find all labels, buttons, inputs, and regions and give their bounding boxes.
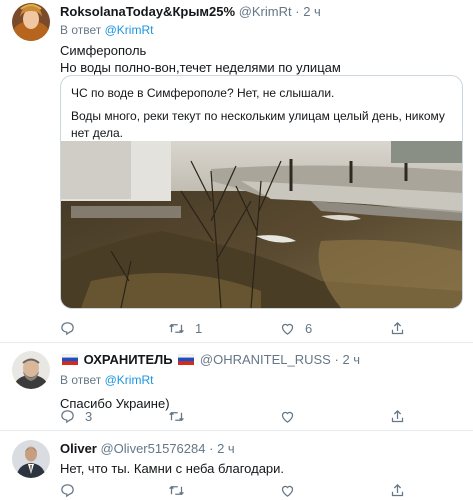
display-name[interactable]: ОХРАНИТЕЛЬ bbox=[84, 352, 173, 367]
share-button[interactable] bbox=[390, 407, 405, 425]
share-button[interactable] bbox=[390, 319, 405, 337]
quoted-tweet[interactable]: ЧС по воде в Симферополе? Нет, не слышал… bbox=[60, 75, 463, 309]
separator: · bbox=[295, 4, 300, 19]
share-icon bbox=[390, 483, 405, 498]
reply-icon bbox=[60, 409, 75, 424]
retweet-button[interactable] bbox=[168, 407, 185, 425]
timestamp[interactable]: 2 ч bbox=[303, 4, 321, 19]
quote-text-line: ЧС по воде в Симферополе? Нет, не слышал… bbox=[71, 86, 335, 100]
reply-to: В ответ @KrimRt bbox=[60, 22, 463, 39]
reply-count: 3 bbox=[85, 408, 93, 424]
reply-to-label: В ответ bbox=[60, 23, 102, 37]
reply-to-link[interactable]: @KrimRt bbox=[105, 373, 154, 387]
timestamp[interactable]: 2 ч bbox=[217, 441, 235, 456]
retweet-button[interactable]: 1 bbox=[168, 319, 202, 337]
russian-flag-icon bbox=[62, 354, 78, 365]
like-icon bbox=[280, 321, 295, 336]
reply-icon bbox=[60, 321, 75, 336]
tweet-actions: 3 bbox=[60, 407, 460, 425]
separator: · bbox=[209, 441, 214, 456]
share-icon bbox=[390, 321, 405, 336]
tweet-text-line: Но воды полно-вон,течет неделями по улиц… bbox=[60, 60, 341, 75]
user-handle[interactable]: @Oliver51576284 bbox=[100, 441, 205, 456]
display-name[interactable]: Oliver bbox=[60, 441, 97, 456]
user-handle[interactable]: @KrimRt bbox=[239, 4, 292, 19]
tweet-actions bbox=[60, 481, 460, 499]
retweet-icon bbox=[168, 409, 185, 424]
avatar[interactable] bbox=[12, 440, 50, 478]
reply-to: В ответ @KrimRt bbox=[60, 372, 463, 389]
like-button[interactable] bbox=[280, 481, 295, 499]
user-handle[interactable]: @OHRANITEL_RUSS bbox=[200, 352, 331, 367]
reply-button[interactable] bbox=[60, 481, 75, 499]
tweet-text: Симферополь Но воды полно-вон,течет неде… bbox=[60, 42, 463, 76]
quote-photo[interactable] bbox=[61, 141, 462, 308]
tweet-3[interactable]: Oliver @Oliver51576284 · 2 ч Нет, что ты… bbox=[0, 431, 473, 500]
retweet-icon bbox=[168, 483, 185, 498]
tweet-header: Oliver @Oliver51576284 · 2 ч bbox=[60, 440, 463, 457]
like-icon bbox=[280, 483, 295, 498]
reply-to-label: В ответ bbox=[60, 373, 102, 387]
avatar[interactable] bbox=[12, 351, 50, 389]
quote-text-line: Воды много, реки текут по нескольким ули… bbox=[71, 109, 445, 140]
share-icon bbox=[390, 409, 405, 424]
tweet-text-line: Симферополь bbox=[60, 43, 147, 58]
share-button[interactable] bbox=[390, 481, 405, 499]
tweet-actions: 1 6 bbox=[60, 319, 460, 337]
like-button[interactable]: 6 bbox=[280, 319, 312, 337]
like-count: 6 bbox=[305, 320, 313, 336]
like-button[interactable] bbox=[280, 407, 295, 425]
retweet-count: 1 bbox=[195, 320, 203, 336]
tweet-text: Нет, что ты. Камни с неба благодари. bbox=[60, 461, 285, 476]
reply-icon bbox=[60, 483, 75, 498]
separator: · bbox=[334, 352, 339, 367]
like-icon bbox=[280, 409, 295, 424]
reply-button[interactable]: 3 bbox=[60, 407, 92, 425]
retweet-button[interactable] bbox=[168, 481, 185, 499]
display-name[interactable]: RoksolanaToday&Крым25% bbox=[60, 4, 235, 19]
tweet-1[interactable]: RoksolanaToday&Крым25% @KrimRt · 2 ч В о… bbox=[0, 0, 473, 340]
reply-button[interactable] bbox=[60, 319, 75, 337]
tweet-header: ОХРАНИТЕЛЬ @OHRANITEL_RUSS · 2 ч bbox=[60, 351, 463, 368]
reply-to-link[interactable]: @KrimRt bbox=[105, 23, 154, 37]
tweet-2[interactable]: ОХРАНИТЕЛЬ @OHRANITEL_RUSS · 2 ч В ответ… bbox=[0, 343, 473, 428]
retweet-icon bbox=[168, 321, 185, 336]
avatar[interactable] bbox=[12, 3, 50, 41]
russian-flag-icon bbox=[178, 354, 195, 365]
timestamp[interactable]: 2 ч bbox=[342, 352, 360, 367]
tweet-header: RoksolanaToday&Крым25% @KrimRt · 2 ч bbox=[60, 3, 463, 20]
